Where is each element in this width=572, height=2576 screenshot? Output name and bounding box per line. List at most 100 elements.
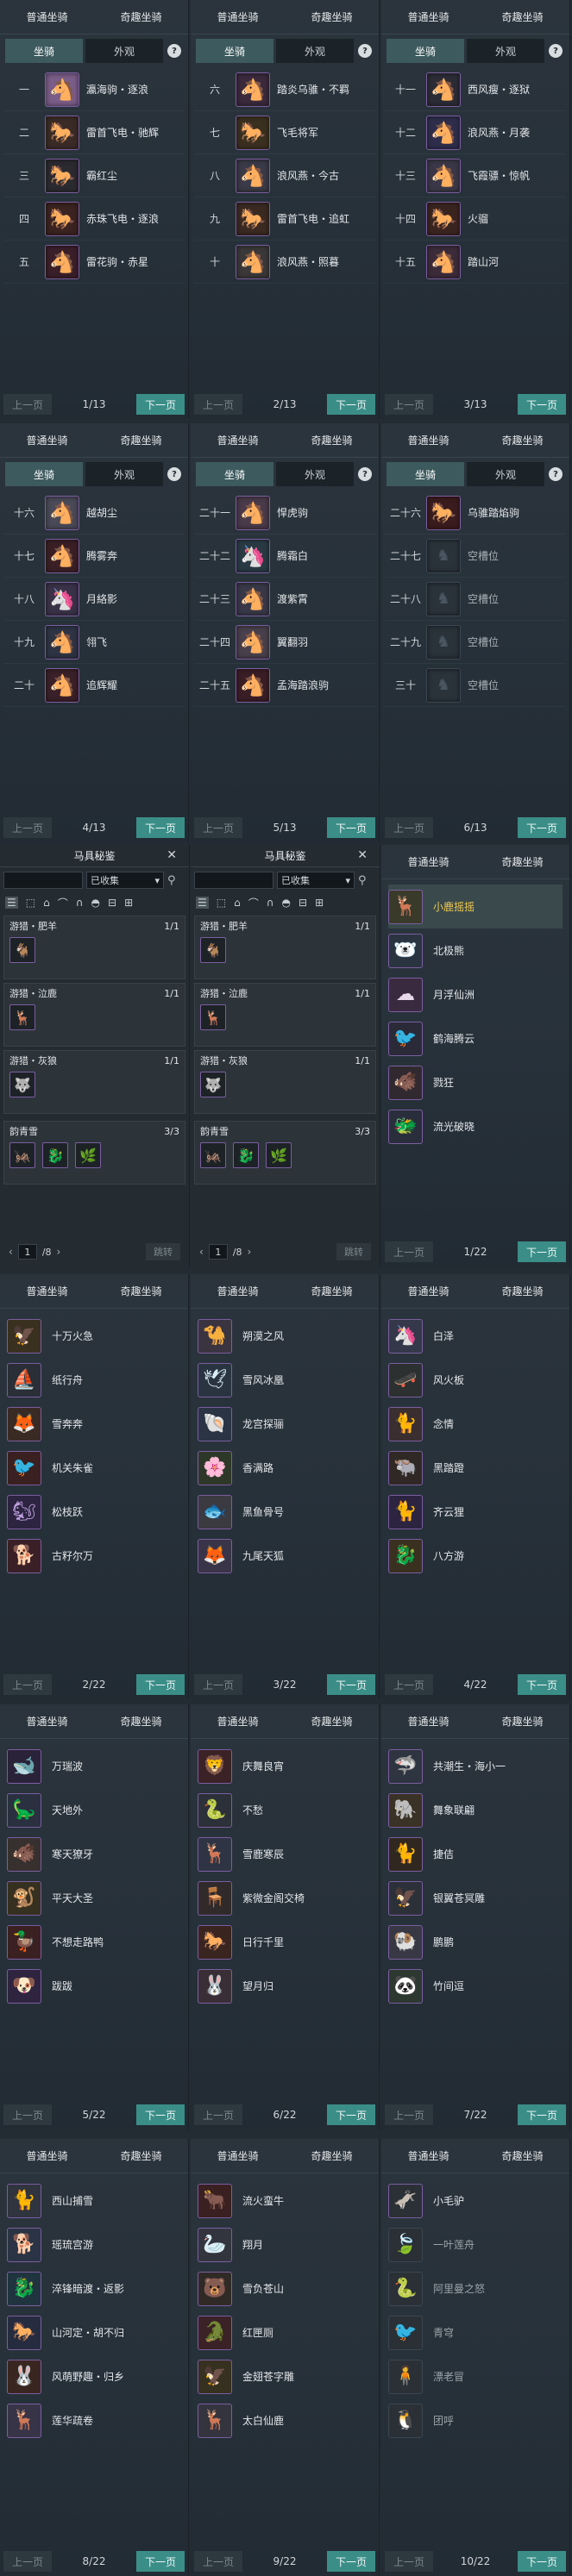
mount-row[interactable]: 十一 🐴 西风瘦・逐狱 bbox=[385, 68, 566, 111]
tab-mount[interactable]: 坐骑 bbox=[196, 462, 273, 486]
tab-mount[interactable]: 坐骑 bbox=[5, 462, 83, 486]
tab-fun-mounts[interactable]: 奇趣坐骑 bbox=[475, 9, 569, 24]
page-input[interactable]: 1 bbox=[208, 1244, 228, 1260]
category-icon[interactable]: ☰ bbox=[5, 897, 18, 909]
tab-fun-mounts[interactable]: 奇趣坐骑 bbox=[285, 9, 379, 24]
tab-normal-mounts[interactable]: 普通坐骑 bbox=[381, 2148, 475, 2163]
mount-row[interactable]: 十六 🐴 越胡尘 bbox=[3, 491, 185, 535]
prev-arrow-icon[interactable]: ‹ bbox=[199, 1246, 204, 1258]
prev-page-button[interactable]: 上一页 bbox=[194, 2551, 242, 2572]
tack-item-icon[interactable]: 🐐 bbox=[200, 937, 226, 963]
mount-row[interactable]: 十四 🐎 火骝 bbox=[385, 197, 566, 241]
fun-mount-row[interactable]: 🦌 雪鹿寒辰 bbox=[198, 1832, 372, 1876]
tack-set[interactable]: 游猎・灰狼 1/1 🐺 bbox=[3, 1050, 185, 1114]
fun-mount-row[interactable]: 🐊 红匣厕 bbox=[198, 2310, 372, 2354]
fun-mount-row[interactable]: 🦌 小鹿摇摇 bbox=[388, 885, 563, 928]
fun-mount-row[interactable]: 🐈 齐云狸 bbox=[388, 1490, 563, 1534]
mount-row[interactable]: 三 🐎 霸红尘 bbox=[3, 154, 185, 197]
next-arrow-icon[interactable]: › bbox=[248, 1246, 252, 1258]
tack-item-icon[interactable]: 🐺 bbox=[9, 1072, 35, 1097]
mount-row[interactable]: 二十六 🐎 乌骓踏焰驹 bbox=[385, 491, 566, 535]
tab-mount[interactable]: 坐骑 bbox=[196, 39, 273, 63]
tab-fun-mounts[interactable]: 奇趣坐骑 bbox=[285, 1714, 379, 1729]
next-page-button[interactable]: 下一页 bbox=[327, 1674, 375, 1695]
fun-mount-row[interactable]: 🌸 香满路 bbox=[198, 1446, 372, 1490]
prev-arrow-icon[interactable]: ‹ bbox=[9, 1246, 13, 1258]
fun-mount-row[interactable]: 🦌 莲华疏卷 bbox=[7, 2398, 181, 2442]
tack-item-icon[interactable]: 🐺 bbox=[200, 1072, 226, 1097]
help-button[interactable]: ? bbox=[166, 39, 183, 63]
fun-mount-row[interactable]: 🦈 共潮生・海小一 bbox=[388, 1744, 563, 1788]
tab-normal-mounts[interactable]: 普通坐骑 bbox=[0, 2148, 94, 2163]
prev-page-button[interactable]: 上一页 bbox=[385, 2104, 433, 2125]
mount-row[interactable]: 十 🐴 浪风燕・照暮 bbox=[194, 241, 375, 284]
fun-mount-row[interactable]: 🐻‍❄️ 北极熊 bbox=[388, 928, 563, 972]
prev-page-button[interactable]: 上一页 bbox=[385, 394, 433, 415]
fun-mount-row[interactable]: 🦁 庆舞良宵 bbox=[198, 1744, 372, 1788]
category-icon[interactable]: ⊟ bbox=[299, 897, 307, 909]
next-page-button[interactable]: 下一页 bbox=[136, 394, 185, 415]
next-page-button[interactable]: 下一页 bbox=[518, 1241, 566, 1262]
mount-row[interactable]: 二十 🐴 追辉耀 bbox=[3, 664, 185, 707]
tack-set[interactable]: 游猎・泣鹿 1/1 🦌 bbox=[3, 983, 185, 1047]
fun-mount-row[interactable]: 🐕 瑶琉宫游 bbox=[7, 2223, 181, 2267]
mount-row[interactable]: 二十二 🦄 腾霜白 bbox=[194, 535, 375, 578]
next-page-button[interactable]: 下一页 bbox=[327, 2551, 375, 2572]
mount-row[interactable]: 十七 🐴 腾雾奔 bbox=[3, 535, 185, 578]
tab-appearance[interactable]: 外观 bbox=[85, 39, 163, 63]
fun-mount-row[interactable]: 🐲 流光破晓 bbox=[388, 1104, 563, 1148]
category-icon[interactable]: ☰ bbox=[196, 897, 209, 909]
fun-mount-row[interactable]: 🛹 风火板 bbox=[388, 1358, 563, 1402]
tab-normal-mounts[interactable]: 普通坐骑 bbox=[191, 433, 285, 447]
next-page-button[interactable]: 下一页 bbox=[327, 817, 375, 838]
mount-row[interactable]: 十五 🐴 踏山河 bbox=[385, 241, 566, 284]
fun-mount-row[interactable]: 🍃 一叶莲舟 bbox=[388, 2223, 563, 2267]
category-icon[interactable]: ⌂ bbox=[43, 897, 50, 909]
tab-fun-mounts[interactable]: 奇趣坐骑 bbox=[475, 1714, 569, 1729]
tab-fun-mounts[interactable]: 奇趣坐骑 bbox=[475, 854, 569, 869]
mount-row[interactable]: 二 🐎 雷首飞电・驰辉 bbox=[3, 111, 185, 154]
tack-set[interactable]: 游猎・肥羊 1/1 🐐 bbox=[194, 916, 376, 979]
prev-page-button[interactable]: 上一页 bbox=[194, 394, 242, 415]
tab-normal-mounts[interactable]: 普通坐骑 bbox=[381, 1284, 475, 1298]
category-icon[interactable]: ⬚ bbox=[217, 897, 226, 909]
tab-mount[interactable]: 坐骑 bbox=[387, 39, 464, 63]
next-page-button[interactable]: 下一页 bbox=[518, 2551, 566, 2572]
tack-set[interactable]: 游猎・灰狼 1/1 🐺 bbox=[194, 1050, 376, 1114]
fun-mount-row[interactable]: 🐂 流火蛮牛 bbox=[198, 2179, 372, 2223]
tack-set[interactable]: 韵青雪 3/3 🦗 🐉 🌿 bbox=[194, 1121, 376, 1185]
category-icon[interactable]: ◓ bbox=[282, 897, 291, 909]
tab-fun-mounts[interactable]: 奇趣坐骑 bbox=[475, 433, 569, 447]
fun-mount-row[interactable]: 🐰 望月归 bbox=[198, 1964, 372, 2008]
category-icon[interactable]: ◓ bbox=[91, 897, 100, 909]
next-page-button[interactable]: 下一页 bbox=[518, 817, 566, 838]
help-button[interactable]: ? bbox=[356, 39, 374, 63]
mount-row[interactable]: 十八 🦄 月絡影 bbox=[3, 578, 185, 621]
tack-set[interactable]: 游猎・肥羊 1/1 🐐 bbox=[3, 916, 185, 979]
next-arrow-icon[interactable]: › bbox=[57, 1246, 61, 1258]
fun-mount-row[interactable]: 🐎 山河定・胡不归 bbox=[7, 2310, 181, 2354]
mount-row[interactable]: 一 🐴 瀛海驹・逐浪 bbox=[3, 68, 185, 111]
category-icon[interactable]: ⌒ bbox=[248, 896, 259, 910]
fun-mount-row[interactable]: 🦌 太白仙鹿 bbox=[198, 2398, 372, 2442]
fun-mount-row[interactable]: 🐚 龙宫探骊 bbox=[198, 1402, 372, 1446]
prev-page-button[interactable]: 上一页 bbox=[3, 1674, 52, 1695]
next-page-button[interactable]: 下一页 bbox=[327, 394, 375, 415]
fun-mount-row[interactable]: 🐟 黑鱼骨号 bbox=[198, 1490, 372, 1534]
fun-mount-row[interactable]: 🐏 鹏鹏 bbox=[388, 1920, 563, 1964]
fun-mount-row[interactable]: 🦊 九尾天狐 bbox=[198, 1534, 372, 1578]
prev-page-button[interactable]: 上一页 bbox=[385, 1241, 433, 1262]
mount-row[interactable]: 二十九 ♞ 空槽位 bbox=[385, 621, 566, 664]
mount-row[interactable]: 二十三 🐴 渡紫霄 bbox=[194, 578, 375, 621]
tack-item-icon[interactable]: 🦌 bbox=[9, 1004, 35, 1030]
fun-mount-row[interactable]: 🐕 古籽尔万 bbox=[7, 1534, 181, 1578]
fun-mount-row[interactable]: ⛵ 纸行舟 bbox=[7, 1358, 181, 1402]
tab-fun-mounts[interactable]: 奇趣坐骑 bbox=[94, 1714, 188, 1729]
fun-mount-row[interactable]: 🐃 黑踏蹬 bbox=[388, 1446, 563, 1490]
category-icon[interactable]: ⊞ bbox=[315, 897, 324, 909]
tab-normal-mounts[interactable]: 普通坐骑 bbox=[381, 854, 475, 869]
tack-item-icon[interactable]: 🐉 bbox=[42, 1142, 68, 1168]
filter-icon[interactable]: ⚲ bbox=[167, 874, 176, 887]
mount-row[interactable]: 十三 🐴 飞霞骠・惊帆 bbox=[385, 154, 566, 197]
tab-normal-mounts[interactable]: 普通坐骑 bbox=[381, 9, 475, 24]
